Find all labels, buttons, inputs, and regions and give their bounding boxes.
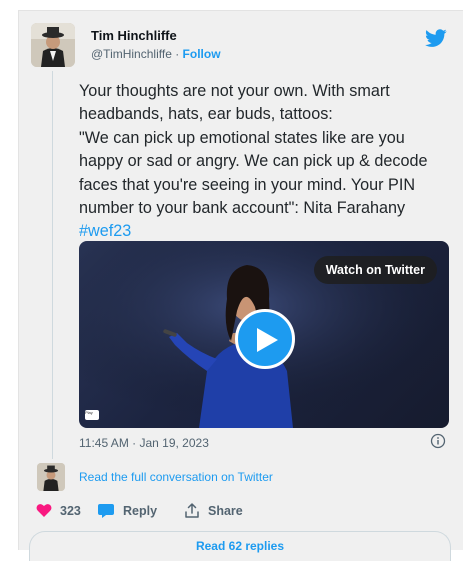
tweet-actions: 323 Reply Share — [31, 499, 451, 525]
watch-on-twitter-button[interactable]: Watch on Twitter — [313, 256, 437, 284]
tweet-card: Tim Hinchliffe @TimHinchliffe · Follow Y… — [18, 10, 463, 561]
read-conversation-row[interactable]: Read the full conversation on Twitter — [31, 463, 451, 491]
follow-button[interactable]: Follow — [183, 47, 221, 61]
heart-icon — [36, 504, 52, 517]
like-button[interactable]: 323 — [36, 503, 81, 518]
play-button[interactable] — [235, 309, 295, 369]
video-player[interactable]: Watch on Twitter Play — [79, 241, 449, 428]
reply-button[interactable]: Reply — [97, 503, 157, 519]
share-button[interactable]: Share — [184, 503, 243, 519]
author-avatar[interactable] — [31, 23, 75, 67]
tweet-text: Your thoughts are not your own. With sma… — [79, 80, 453, 244]
reply-bubble-icon — [98, 504, 114, 518]
author-handle[interactable]: @TimHinchliffe — [91, 47, 172, 61]
author-name[interactable]: Tim Hinchliffe — [91, 28, 177, 43]
author-handle-line: @TimHinchliffe · Follow — [91, 47, 221, 61]
share-icon — [185, 503, 199, 518]
read-conversation-link[interactable]: Read the full conversation on Twitter — [79, 470, 273, 484]
share-label: Share — [208, 504, 243, 518]
read-replies-button[interactable]: Read 62 replies — [29, 531, 451, 561]
video-badge: Play — [85, 410, 99, 420]
tweet-header: Tim Hinchliffe @TimHinchliffe · Follow — [31, 23, 451, 71]
handle-separator: · — [171, 47, 183, 61]
play-icon — [257, 328, 278, 352]
thread-line — [52, 71, 53, 459]
hashtag-link[interactable]: #wef23 — [79, 222, 131, 240]
tweet-timestamp[interactable]: 11:45 AM · Jan 19, 2023 — [79, 436, 209, 450]
mini-avatar — [37, 463, 65, 491]
like-count: 323 — [60, 503, 81, 518]
twitter-bird-icon[interactable] — [425, 27, 447, 49]
tweet-body: Your thoughts are not your own. With sma… — [79, 82, 428, 218]
reply-label: Reply — [123, 504, 158, 518]
info-icon[interactable] — [430, 433, 446, 449]
